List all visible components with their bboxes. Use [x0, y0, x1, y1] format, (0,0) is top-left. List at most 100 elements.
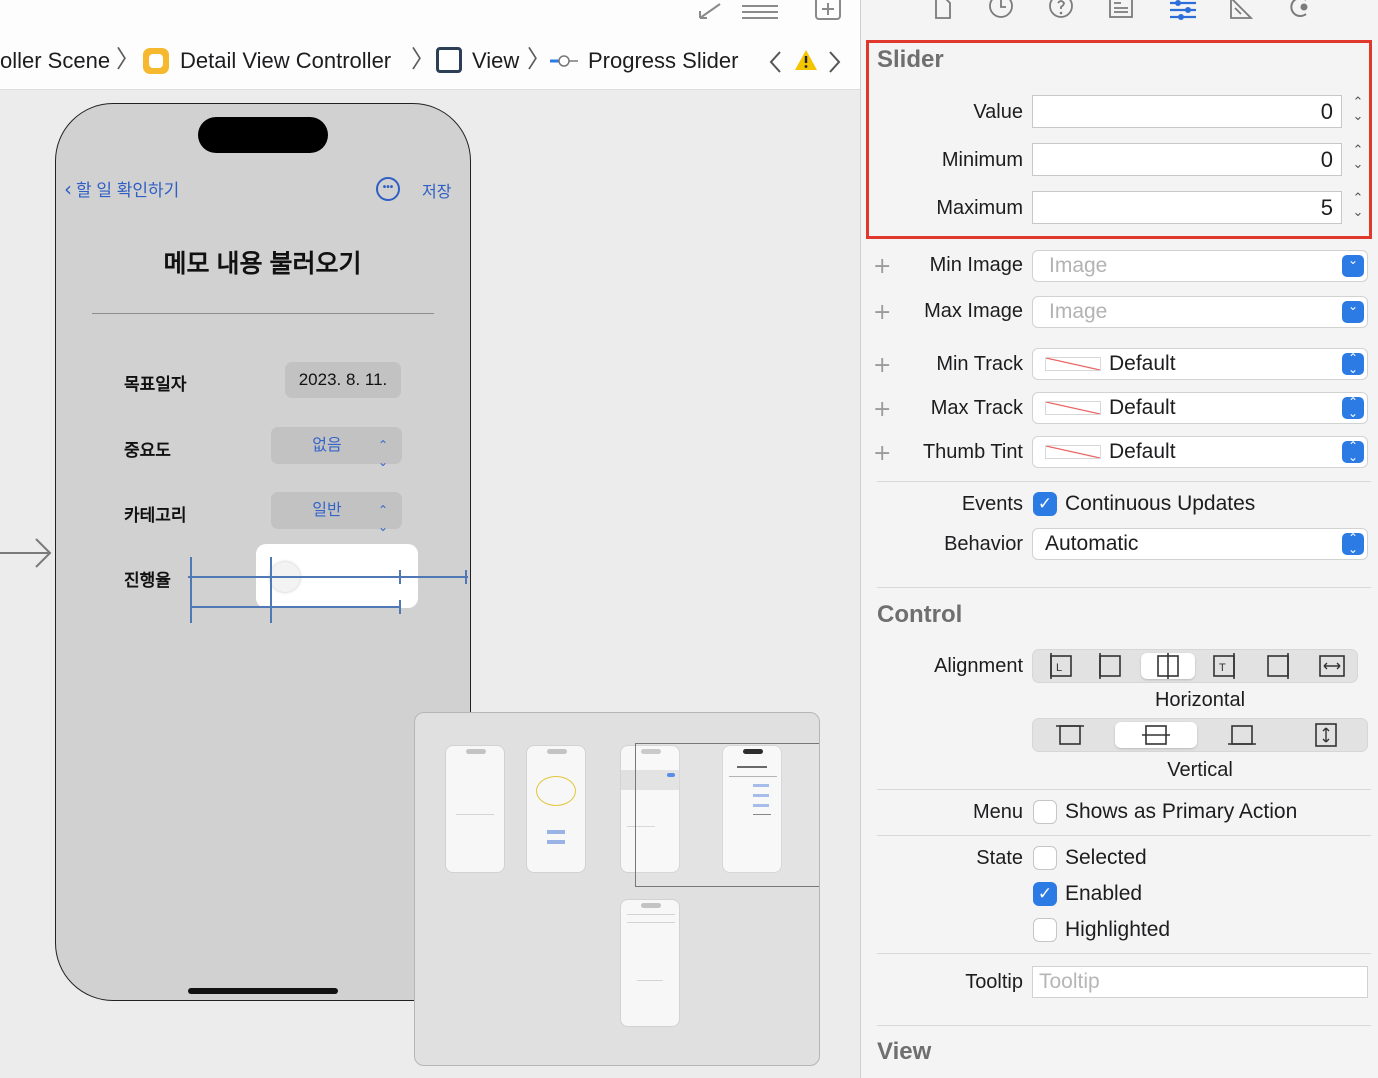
storyboard-canvas[interactable]: oller Scene 〉 Detail View Controller 〉 V… — [0, 0, 860, 1078]
divider — [877, 953, 1371, 954]
chevron-left-icon: ‹ — [64, 177, 72, 201]
max-image-label: Max Image — [924, 300, 1023, 322]
maximum-stepper[interactable]: ⌃ ⌄ — [1348, 192, 1368, 224]
history-inspector-icon[interactable] — [989, 0, 1013, 20]
next-issue-icon[interactable] — [828, 50, 842, 74]
thumb-tint-label: Thumb Tint — [922, 441, 1023, 463]
importance-value: 없음 — [312, 437, 342, 454]
breadcrumb-separator: 〉 — [411, 45, 435, 73]
horizontal-alignment-control[interactable]: L T — [1032, 649, 1358, 683]
editor-options-icon[interactable] — [740, 0, 780, 22]
shows-as-primary-action-checkbox[interactable] — [1033, 800, 1057, 824]
minimap-viewport[interactable] — [635, 743, 819, 887]
chevron-up-down-icon[interactable]: ⌃ ⌄ — [1342, 532, 1364, 555]
save-button[interactable]: 저장 — [422, 178, 451, 202]
editor-toolbar — [0, 0, 860, 34]
breadcrumb-view[interactable]: View — [472, 46, 519, 76]
minimum-stepper[interactable]: ⌃ ⌄ — [1348, 144, 1368, 176]
align-trailing-icon[interactable]: T — [1205, 653, 1243, 679]
tooltip-field[interactable]: Tooltip — [1032, 966, 1368, 998]
color-swatch — [1045, 401, 1101, 415]
breadcrumb-detail-view-controller[interactable]: Detail View Controller — [180, 46, 391, 76]
section-title-view: View — [877, 1038, 932, 1065]
more-icon[interactable]: ••• — [376, 177, 400, 201]
chevron-up-down-icon[interactable]: ⌃ ⌄ — [1342, 396, 1364, 419]
align-center-icon[interactable] — [1141, 653, 1195, 679]
value-stepper[interactable]: ⌃ ⌄ — [1348, 96, 1368, 128]
row-label-category: 카테고리 — [124, 506, 187, 525]
minimap-scene[interactable] — [445, 745, 505, 873]
max-track-color-popup[interactable]: Default ⌃ ⌄ — [1032, 392, 1368, 424]
section-title-control: Control — [877, 601, 963, 628]
min-image-placeholder: Image — [1049, 254, 1108, 277]
add-editor-icon[interactable] — [814, 0, 844, 22]
highlighted-checkbox[interactable] — [1033, 918, 1057, 942]
attributes-inspector-icon[interactable] — [1169, 0, 1197, 20]
align-middle-icon[interactable] — [1115, 722, 1197, 748]
max-image-combo[interactable]: Image ⌄ — [1032, 296, 1368, 328]
min-image-combo[interactable]: Image ⌄ — [1032, 250, 1368, 282]
home-indicator — [188, 988, 338, 994]
continuous-updates-checkbox[interactable]: ✓ — [1033, 492, 1057, 516]
breadcrumb-separator: 〉 — [116, 45, 140, 73]
min-track-color-popup[interactable]: Default ⌃ ⌄ — [1032, 348, 1368, 380]
device-frame[interactable]: ‹ 할 일 확인하기 ••• 저장 메모 내용 불러오기 목표일자 2023. 8… — [55, 103, 471, 1001]
selected-checkbox[interactable] — [1033, 846, 1057, 870]
chevron-down-icon[interactable]: ⌄ — [1342, 254, 1364, 277]
align-fill-vertical-icon[interactable] — [1307, 722, 1345, 748]
align-fill-icon[interactable] — [1313, 653, 1351, 679]
file-inspector-icon[interactable] — [931, 0, 955, 20]
align-right-icon[interactable] — [1259, 653, 1297, 679]
constraint-line — [465, 570, 467, 584]
minimap-scene[interactable] — [526, 745, 586, 873]
minimum-field[interactable]: 0 — [1032, 143, 1342, 176]
chevron-up-down-icon: ⌃ ⌄ — [377, 438, 388, 469]
behavior-label: Behavior — [944, 533, 1023, 555]
menu-label: Menu — [972, 801, 1023, 823]
breadcrumb-scene[interactable]: oller Scene — [0, 46, 110, 76]
align-bottom-icon[interactable] — [1223, 722, 1261, 748]
behavior-value: Automatic — [1045, 532, 1139, 555]
warning-icon[interactable] — [794, 49, 818, 71]
back-button[interactable]: ‹ 할 일 확인하기 — [64, 176, 179, 201]
min-track-label: Min Track — [936, 353, 1023, 375]
breadcrumb-progress-slider[interactable]: Progress Slider — [588, 46, 738, 76]
maximum-label: Maximum — [936, 197, 1023, 219]
connections-inspector-icon[interactable] — [1289, 0, 1313, 20]
state-label: State — [976, 847, 1023, 869]
align-left-icon[interactable]: L — [1039, 653, 1077, 679]
divider — [877, 789, 1371, 790]
chevron-up-down-icon[interactable]: ⌃ ⌄ — [1342, 352, 1364, 375]
value-field[interactable]: 0 — [1032, 95, 1342, 128]
vertical-alignment-control[interactable] — [1032, 718, 1368, 752]
identity-inspector-icon[interactable] — [1109, 0, 1133, 20]
color-swatch — [1045, 445, 1101, 459]
divider — [877, 481, 1371, 482]
constraint-line — [190, 557, 192, 623]
storyboard-minimap[interactable] — [414, 712, 820, 1066]
minimap-scene[interactable] — [620, 899, 680, 1027]
date-picker[interactable]: 2023. 8. 11. — [285, 362, 401, 398]
view-controller-icon — [143, 48, 169, 74]
chevron-down-icon[interactable]: ⌄ — [1342, 300, 1364, 323]
align-leading-icon[interactable] — [1091, 653, 1129, 679]
divider — [877, 835, 1371, 836]
constraint-line — [270, 557, 272, 623]
chevron-up-down-icon[interactable]: ⌃ ⌄ — [1342, 440, 1364, 463]
page-title: 메모 내용 불러오기 — [163, 250, 362, 278]
help-inspector-icon[interactable] — [1049, 0, 1073, 20]
size-inspector-icon[interactable] — [1229, 0, 1253, 20]
constraint-line — [190, 606, 400, 608]
thumb-tint-color-popup[interactable]: Default ⌃ ⌄ — [1032, 436, 1368, 468]
back-forward-icon[interactable] — [694, 0, 722, 22]
maximum-field[interactable]: 5 — [1032, 191, 1342, 224]
category-popup-button[interactable]: 일반 ⌃ ⌄ — [271, 492, 402, 534]
align-top-icon[interactable] — [1051, 722, 1089, 748]
enabled-checkbox[interactable]: ✓ — [1033, 882, 1057, 906]
behavior-popup[interactable]: Automatic ⌃ ⌄ — [1032, 528, 1368, 560]
importance-popup-button[interactable]: 없음 ⌃ ⌄ — [271, 427, 402, 469]
previous-issue-icon[interactable] — [768, 50, 782, 74]
continuous-updates-label: Continuous Updates — [1065, 492, 1256, 515]
color-swatch — [1045, 357, 1101, 371]
attributes-inspector: Slider Value 0 ⌃ ⌄ Minimum 0 ⌃ ⌄ Maximum 5… — [860, 0, 1378, 1078]
